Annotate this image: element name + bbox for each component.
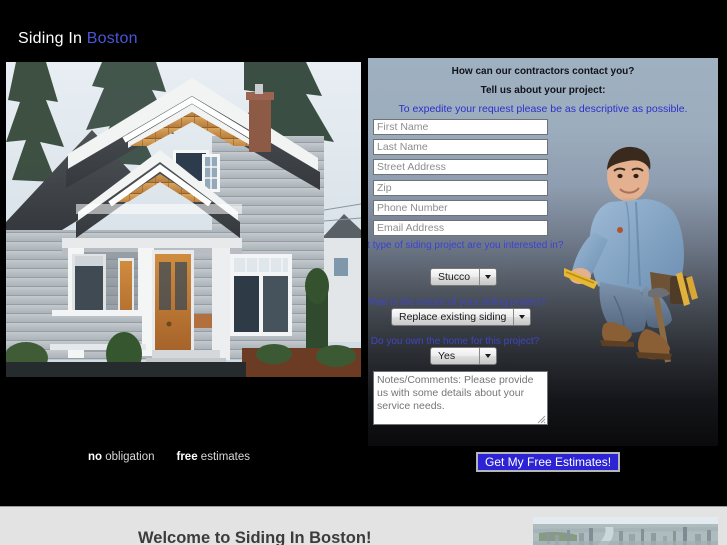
tagline: no obligation free estimates	[88, 451, 250, 463]
siding-type-select-value: Stucco	[438, 271, 471, 283]
house-hero-photo	[6, 62, 361, 377]
contractor-photo	[564, 146, 698, 363]
page-root: Siding In Boston How can our contractors…	[0, 0, 727, 545]
siding-type-select[interactable]: Stucco	[430, 268, 497, 286]
site-title: Siding In Boston	[18, 30, 138, 48]
notes-comments-textarea[interactable]	[373, 371, 548, 425]
phone-number-input[interactable]	[373, 200, 548, 216]
form-heading-project: Tell us about your project:	[480, 85, 606, 96]
tagline-estimates: estimates	[197, 451, 251, 463]
tagline-bold-free: free	[176, 451, 198, 463]
chevron-down-icon[interactable]	[479, 348, 496, 364]
street-address-input[interactable]	[373, 159, 548, 175]
zip-input[interactable]	[373, 180, 548, 196]
home-ownership-select-value: Yes	[438, 350, 456, 362]
project-nature-select[interactable]: Replace existing siding	[391, 308, 531, 326]
site-header: Siding In Boston	[0, 0, 727, 58]
get-free-estimates-button[interactable]: Get My Free Estimates!	[476, 452, 621, 472]
tagline-bold-no: no	[88, 451, 103, 463]
lead-form-panel: How can our contractors contact you? Tel…	[368, 58, 718, 446]
welcome-heading: Welcome to Siding In Boston!	[138, 529, 372, 545]
city-photo-illustration	[533, 517, 718, 545]
chevron-down-icon[interactable]	[479, 269, 496, 285]
home-ownership-select[interactable]: Yes	[430, 347, 497, 365]
form-heading-contact: How can our contractors contact you?	[451, 66, 635, 77]
site-title-accent: Boston	[86, 30, 138, 47]
chevron-down-icon[interactable]	[513, 309, 530, 325]
first-name-input[interactable]	[373, 119, 548, 135]
project-nature-select-value: Replace existing siding	[399, 311, 507, 323]
bottom-content-band: Welcome to Siding In Boston!	[0, 506, 727, 545]
city-aerial-photo	[533, 517, 718, 545]
form-heading-descriptive: To expedite your request please be as de…	[398, 103, 688, 115]
tagline-obligation: obligation	[102, 451, 155, 463]
site-title-primary: Siding In	[18, 30, 87, 47]
last-name-input[interactable]	[373, 139, 548, 155]
email-address-input[interactable]	[373, 220, 548, 236]
house-photo-illustration	[6, 62, 361, 377]
